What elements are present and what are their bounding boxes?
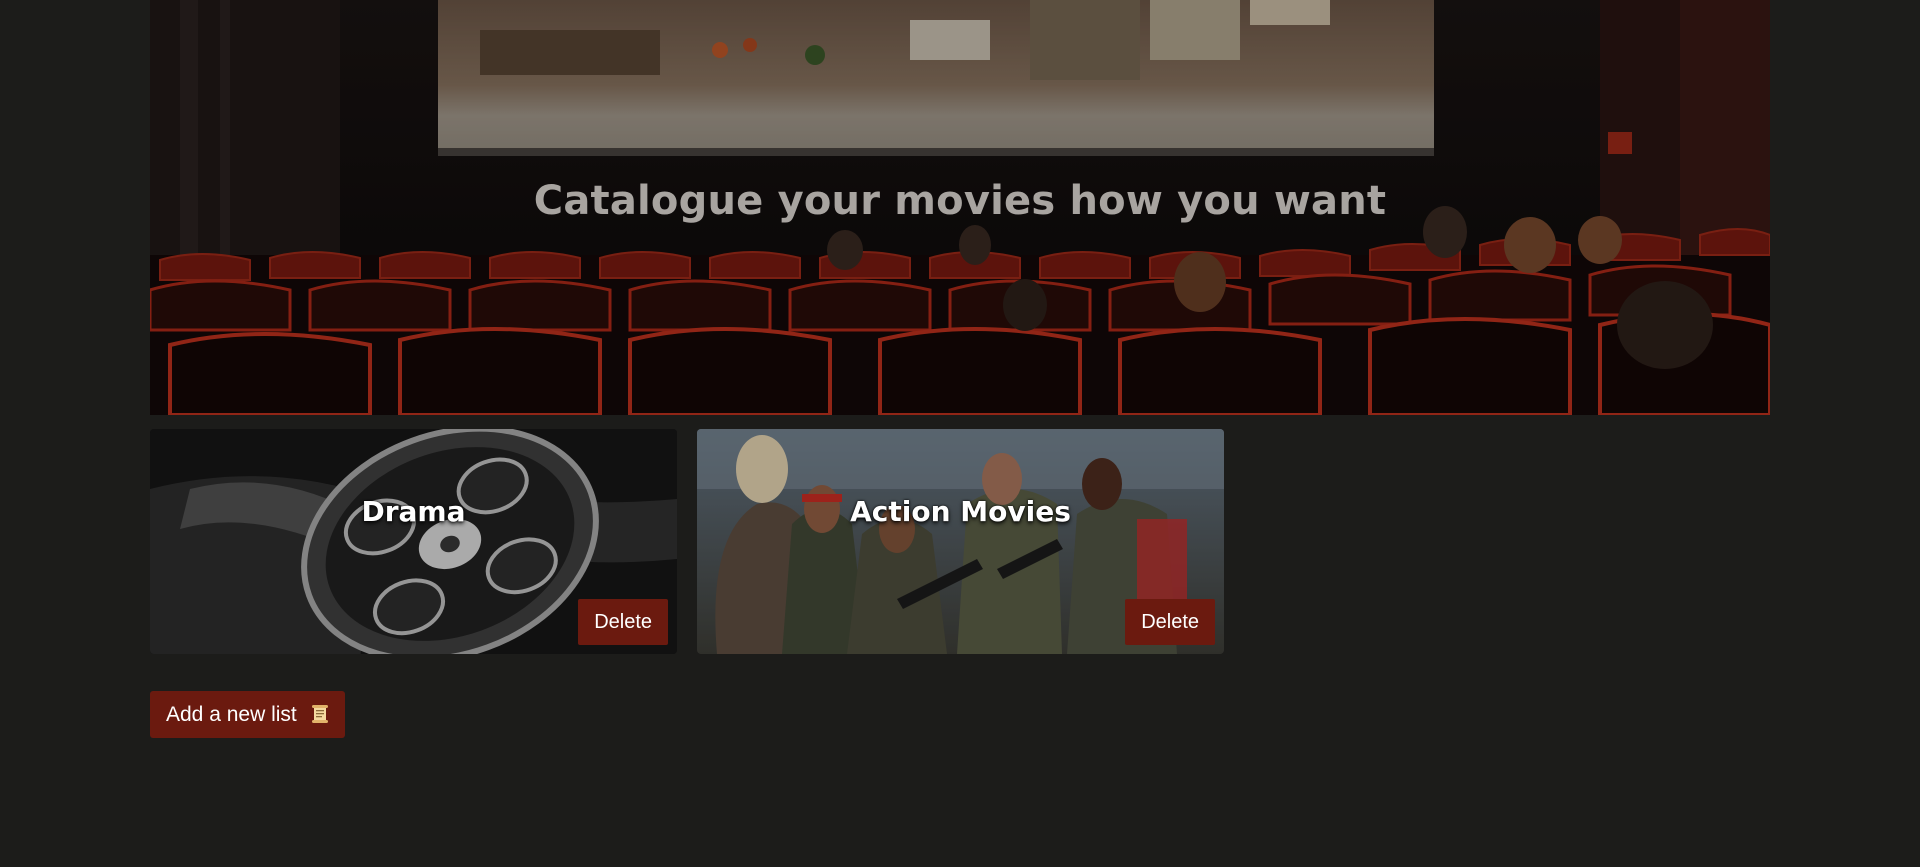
hero-banner: Catalogue your movies how you want	[150, 0, 1770, 415]
add-new-list-button[interactable]: Add a new list	[150, 691, 345, 738]
scroll-icon	[311, 705, 328, 723]
hero-title: Catalogue your movies how you want	[533, 178, 1387, 224]
list-title[interactable]: Action Movies	[697, 495, 1224, 528]
list-card-action-movies[interactable]: Action Movies Delete	[697, 429, 1224, 654]
delete-list-button[interactable]: Delete	[578, 599, 668, 645]
add-new-list-label: Add a new list	[166, 703, 297, 726]
delete-list-button[interactable]: Delete	[1125, 599, 1215, 645]
list-title[interactable]: Drama	[150, 495, 677, 528]
list-card-drama[interactable]: Drama Delete	[150, 429, 677, 654]
